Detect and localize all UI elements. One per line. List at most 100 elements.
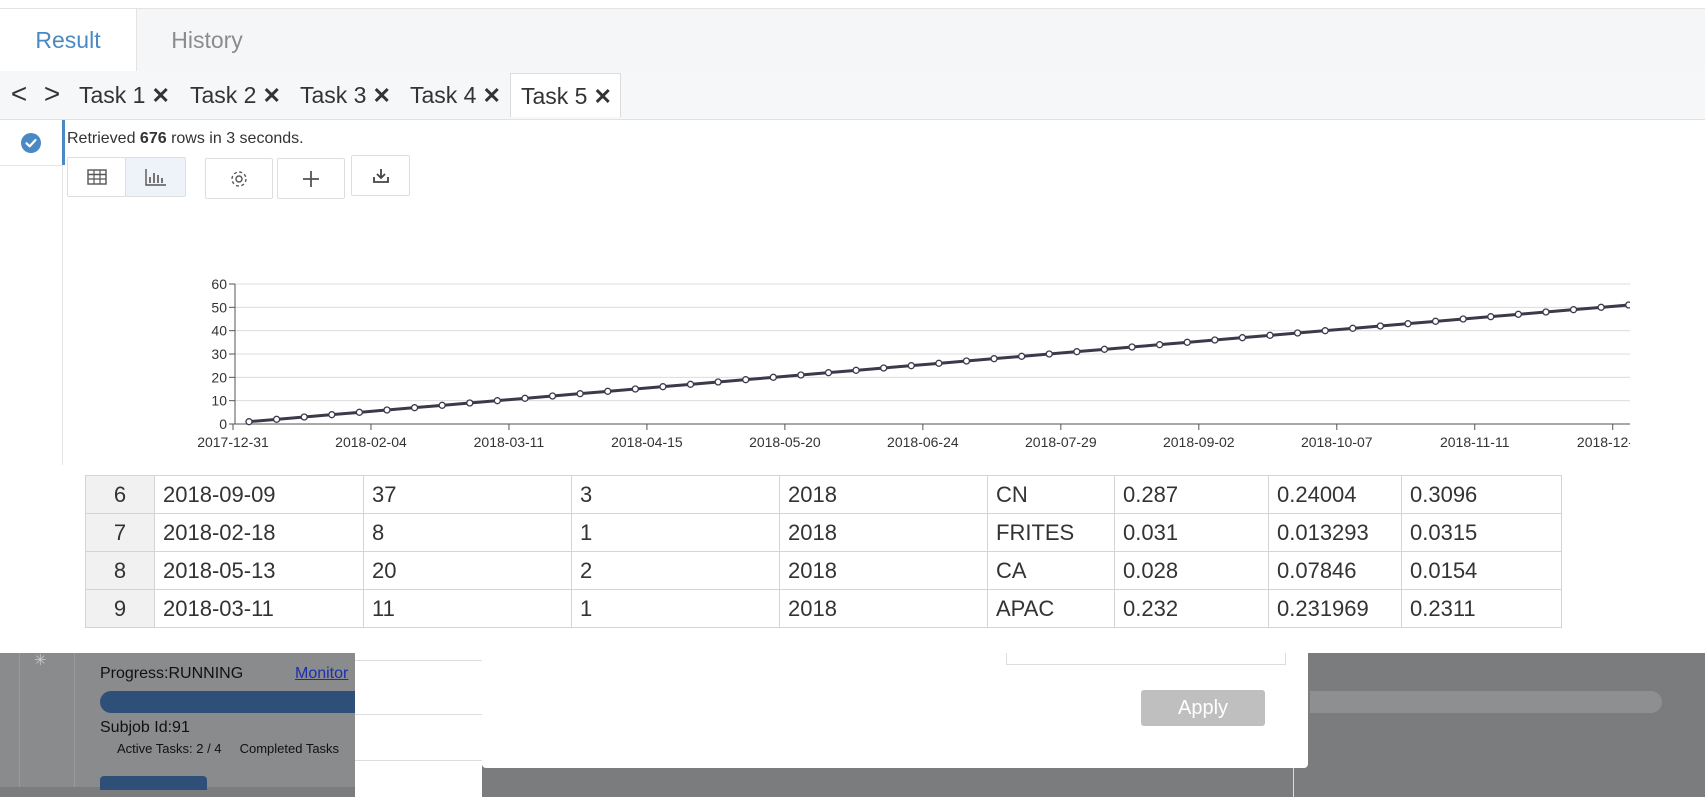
data-point bbox=[769, 373, 777, 381]
data-point bbox=[1569, 306, 1578, 314]
chart-view-button[interactable] bbox=[125, 157, 186, 197]
data-point bbox=[1321, 327, 1329, 335]
table-cell: 0.232 bbox=[1114, 589, 1269, 628]
divider bbox=[355, 760, 482, 761]
data-point bbox=[1100, 345, 1109, 353]
table-cell: 0.0315 bbox=[1401, 513, 1562, 552]
data-point bbox=[1349, 324, 1357, 332]
x-tick-label: 2017-12-31 bbox=[197, 434, 269, 450]
data-point bbox=[1487, 313, 1495, 321]
add-button[interactable] bbox=[277, 158, 345, 199]
data-point bbox=[824, 369, 833, 377]
y-tick-label: 20 bbox=[211, 369, 227, 385]
x-tick-label: 2018-05-20 bbox=[749, 434, 821, 450]
task-tab-label: Task 1 bbox=[79, 82, 146, 108]
data-point bbox=[1155, 341, 1164, 349]
task-tab-2[interactable]: Task 2 ✕ bbox=[190, 73, 281, 117]
x-tick-label: 2018-10-07 bbox=[1301, 434, 1373, 450]
table-cell: CN bbox=[987, 475, 1115, 514]
data-point bbox=[1542, 308, 1550, 316]
table-cell: 2018-09-09 bbox=[154, 475, 364, 514]
data-point bbox=[1597, 303, 1605, 311]
close-icon[interactable]: ✕ bbox=[262, 83, 280, 108]
line-chart: 0 10 20 30 40 50 60 2017-12-31 2018-02-04 2018-03… bbox=[197, 276, 1630, 450]
chart-settings-button[interactable] bbox=[205, 158, 273, 199]
table-row: 9 2018-03-11 11 1 2018 APAC 0.232 0.231969 0.231… bbox=[85, 589, 1562, 628]
data-point bbox=[245, 418, 253, 426]
close-icon[interactable]: ✕ bbox=[593, 84, 611, 109]
divider bbox=[1293, 768, 1294, 797]
x-tick-label: 2018-12-16 bbox=[1577, 434, 1630, 450]
progress-bar bbox=[100, 691, 355, 713]
tab-history[interactable]: History bbox=[137, 9, 277, 71]
data-point bbox=[1514, 310, 1522, 318]
task-tab-label: Task 3 bbox=[300, 82, 367, 108]
x-tick-label: 2018-02-04 bbox=[335, 434, 407, 450]
close-icon[interactable]: ✕ bbox=[372, 83, 390, 108]
table-cell: 2018 bbox=[779, 589, 988, 628]
data-point bbox=[466, 399, 474, 407]
close-icon[interactable]: ✕ bbox=[482, 83, 500, 108]
job-left-rail bbox=[19, 653, 75, 787]
data-point bbox=[990, 355, 998, 363]
table-cell: 2018-02-18 bbox=[154, 513, 364, 552]
task-tab-5[interactable]: Task 5 ✕ bbox=[510, 73, 621, 117]
data-point bbox=[852, 366, 860, 374]
y-tick-label: 60 bbox=[211, 276, 227, 292]
row-count: 676 bbox=[139, 130, 167, 147]
divider bbox=[0, 165, 62, 166]
subjob-id: Subjob Id:91 bbox=[100, 719, 190, 736]
status-accent-bar bbox=[62, 120, 65, 165]
download-button[interactable] bbox=[351, 155, 410, 196]
data-point bbox=[962, 357, 971, 365]
data-point bbox=[1431, 317, 1440, 325]
table-cell: 0.287 bbox=[1114, 475, 1269, 514]
apply-button[interactable]: Apply bbox=[1141, 690, 1265, 726]
dialog-select[interactable] bbox=[1006, 653, 1286, 665]
y-tick-label: 50 bbox=[211, 299, 227, 315]
data-point bbox=[521, 394, 529, 402]
data-point bbox=[797, 371, 805, 379]
data-point bbox=[1128, 343, 1136, 351]
table-cell: 37 bbox=[363, 475, 572, 514]
task-tab-3[interactable]: Task 3 ✕ bbox=[300, 73, 391, 117]
data-point bbox=[328, 411, 336, 419]
y-tick-label: 30 bbox=[211, 346, 227, 362]
result-left-rail bbox=[0, 120, 63, 465]
table-cell: 1 bbox=[571, 589, 780, 628]
row-index: 6 bbox=[85, 475, 155, 514]
task-tab-4[interactable]: Task 4 ✕ bbox=[410, 73, 501, 117]
x-tick-label: 2018-03-11 bbox=[474, 434, 545, 450]
table-view-button[interactable] bbox=[67, 157, 126, 197]
y-tick-label: 10 bbox=[211, 393, 227, 409]
data-point bbox=[659, 383, 667, 391]
table-view-icon bbox=[86, 169, 107, 185]
data-point bbox=[1293, 329, 1302, 337]
table-cell: 0.031 bbox=[1114, 513, 1269, 552]
data-point bbox=[1459, 315, 1467, 323]
x-tick-label: 2018-11-11 bbox=[1440, 434, 1510, 450]
x-tick-label: 2018-06-24 bbox=[887, 434, 959, 450]
status-message: Retrieved 676 rows in 3 seconds. bbox=[67, 130, 304, 148]
next-task-button[interactable]: > bbox=[39, 71, 65, 119]
data-point bbox=[548, 392, 557, 400]
data-point bbox=[1266, 331, 1274, 339]
data-point bbox=[631, 385, 639, 393]
close-icon[interactable]: ✕ bbox=[151, 83, 169, 108]
y-tick-label: 0 bbox=[219, 416, 227, 432]
y-tick-label: 40 bbox=[211, 323, 227, 339]
prev-task-button[interactable]: < bbox=[6, 71, 32, 119]
monitor-link[interactable]: Monitor bbox=[295, 665, 348, 683]
table-cell: 2018 bbox=[779, 551, 988, 590]
table-cell: 11 bbox=[363, 589, 572, 628]
task-tab-1[interactable]: Task 1 ✕ bbox=[79, 73, 170, 117]
job-action-button[interactable] bbox=[100, 776, 207, 790]
table-row: 8 2018-05-13 20 2 2018 CA 0.028 0.07846 0.0154 bbox=[85, 551, 1562, 590]
result-table: 6 2018-09-09 37 3 2018 CN 0.287 0.24004 0.3096 7 2… bbox=[85, 475, 1562, 628]
tab-result[interactable]: Result bbox=[0, 9, 137, 71]
data-point bbox=[604, 387, 612, 395]
table-cell: 1 bbox=[571, 513, 780, 552]
row-index: 7 bbox=[85, 513, 155, 552]
table-cell: 0.24004 bbox=[1268, 475, 1402, 514]
data-point bbox=[355, 408, 364, 416]
